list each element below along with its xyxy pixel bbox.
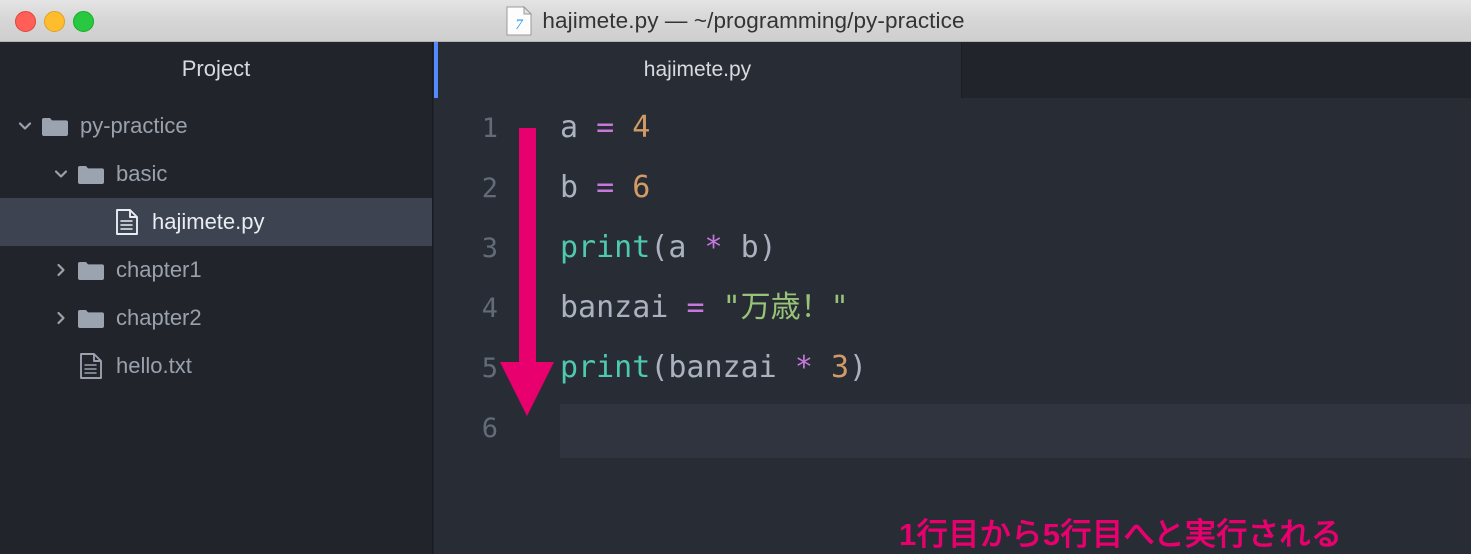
code-line[interactable]: 5 print(banzai * 3)	[434, 338, 1471, 398]
code-token-fn: print	[560, 350, 651, 385]
file-icon	[74, 352, 108, 380]
app-window: 7 hajimete.py — ~/programming/py-practic…	[0, 0, 1471, 554]
title-bar: 7 hajimete.py — ~/programming/py-practic…	[0, 0, 1471, 42]
code-token-punc: )	[849, 350, 868, 385]
minimize-button[interactable]	[44, 10, 65, 32]
code-line[interactable]: 2 b = 6	[434, 158, 1471, 218]
code-token-num: 3	[830, 350, 849, 385]
code-line[interactable]: 3 print(a * b)	[434, 218, 1471, 278]
chevron-right-icon[interactable]	[48, 309, 74, 327]
code-token-op: *	[704, 230, 723, 265]
annotation-text: 1行目から5行目へと実行される	[899, 517, 1343, 552]
tab-active-accent	[434, 42, 438, 98]
folder-icon	[38, 115, 72, 137]
code-lines: 1a = 42b = 6 3 print(a * b) 4 banzai = "万歳！"…	[434, 98, 1471, 458]
sidebar-item-py-practice[interactable]: py-practice	[0, 102, 432, 150]
code-token-var: b	[560, 170, 579, 205]
line-number: 2	[481, 172, 498, 204]
sidebar-item-label: chapter1	[116, 257, 202, 282]
code-token-punc: b)	[722, 230, 777, 265]
sidebar-item-label: basic	[116, 161, 168, 186]
editor-pane: hajimete.py 1a = 42b = 6 3 print(a * b) 4 ba…	[434, 42, 1471, 554]
line-number: 5	[481, 352, 498, 384]
code-token-punc	[668, 290, 686, 325]
sidebar-item-basic[interactable]: basic	[0, 150, 432, 198]
code-line-text: print(banzai * 3)	[560, 353, 867, 383]
chevron-down-icon[interactable]	[12, 117, 38, 135]
sidebar-item-label: py-practice	[80, 113, 188, 138]
project-sidebar: Project py-practice basic hajimete.py chapt…	[0, 42, 433, 554]
code-line-text: b = 6	[560, 173, 650, 203]
code-token-fn: print	[560, 230, 651, 265]
folder-icon	[74, 307, 108, 329]
code-area[interactable]: 1a = 42b = 6 3 print(a * b) 4 banzai = "万歳！"…	[434, 98, 1471, 554]
sidebar-item-hajimete-py[interactable]: hajimete.py	[0, 198, 432, 246]
code-line[interactable]: 6	[434, 398, 1471, 458]
sidebar-item-label: hajimete.py	[152, 209, 265, 234]
code-token-str: "万歳！"	[722, 290, 849, 325]
sidebar-item-label: hello.txt	[116, 353, 192, 378]
line-number: 4	[481, 292, 498, 324]
code-line-text: print(a * b)	[560, 233, 777, 263]
sidebar-item-chapter2[interactable]: chapter2	[0, 294, 432, 342]
tab-hajimete-py[interactable]: hajimete.py	[434, 42, 962, 98]
line-number: 3	[481, 232, 498, 264]
code-token-num: 6	[632, 170, 651, 205]
tab-label: hajimete.py	[643, 58, 752, 81]
sidebar-item-hello-txt[interactable]: hello.txt	[0, 342, 432, 390]
code-token-op: =	[596, 170, 615, 205]
code-token-var: banzai	[560, 290, 669, 325]
code-token-op: *	[794, 350, 813, 385]
code-line[interactable]: 1 a = 4	[434, 98, 1471, 158]
traffic-lights	[15, 0, 94, 42]
code-token-punc	[578, 110, 596, 145]
code-token-punc	[705, 290, 723, 325]
svg-text:7: 7	[516, 17, 525, 33]
sidebar-title: Project	[181, 55, 251, 81]
code-token-punc: (a	[650, 230, 705, 265]
chevron-down-icon[interactable]	[48, 165, 74, 183]
code-token-punc	[813, 350, 831, 385]
file-icon	[110, 208, 144, 236]
code-token-punc	[614, 170, 632, 205]
folder-icon	[74, 259, 108, 281]
code-token-punc	[578, 170, 596, 205]
code-token-var: a	[560, 110, 579, 145]
code-line-text: a = 4	[560, 113, 650, 143]
sidebar-item-label: chapter2	[116, 305, 202, 330]
python-file-icon: 7	[506, 6, 533, 36]
code-token-num: 4	[632, 110, 651, 145]
sidebar-item-chapter1[interactable]: chapter1	[0, 246, 432, 294]
code-token-punc: (banzai	[650, 350, 795, 385]
code-token-op: =	[686, 290, 705, 325]
code-line[interactable]: 4 banzai = "万歳！"	[434, 278, 1471, 338]
tab-bar-empty-space	[962, 42, 1471, 98]
window-title: hajimete.py — ~/programming/py-practice	[542, 8, 965, 33]
folder-icon	[74, 163, 108, 185]
code-token-punc	[614, 110, 632, 145]
close-button[interactable]	[15, 10, 36, 32]
title-bar-center: 7 hajimete.py — ~/programming/py-practic…	[0, 0, 1471, 42]
chevron-right-icon[interactable]	[48, 261, 74, 279]
code-line-text: banzai = "万歳！"	[560, 293, 849, 323]
editor-tab-bar: hajimete.py	[434, 42, 1471, 98]
line-number: 1	[481, 112, 498, 144]
maximize-button[interactable]	[73, 10, 94, 32]
file-tree: py-practice basic hajimete.py chapter1 chapt…	[0, 95, 432, 390]
code-token-op: =	[596, 110, 615, 145]
line-number: 6	[481, 412, 498, 444]
